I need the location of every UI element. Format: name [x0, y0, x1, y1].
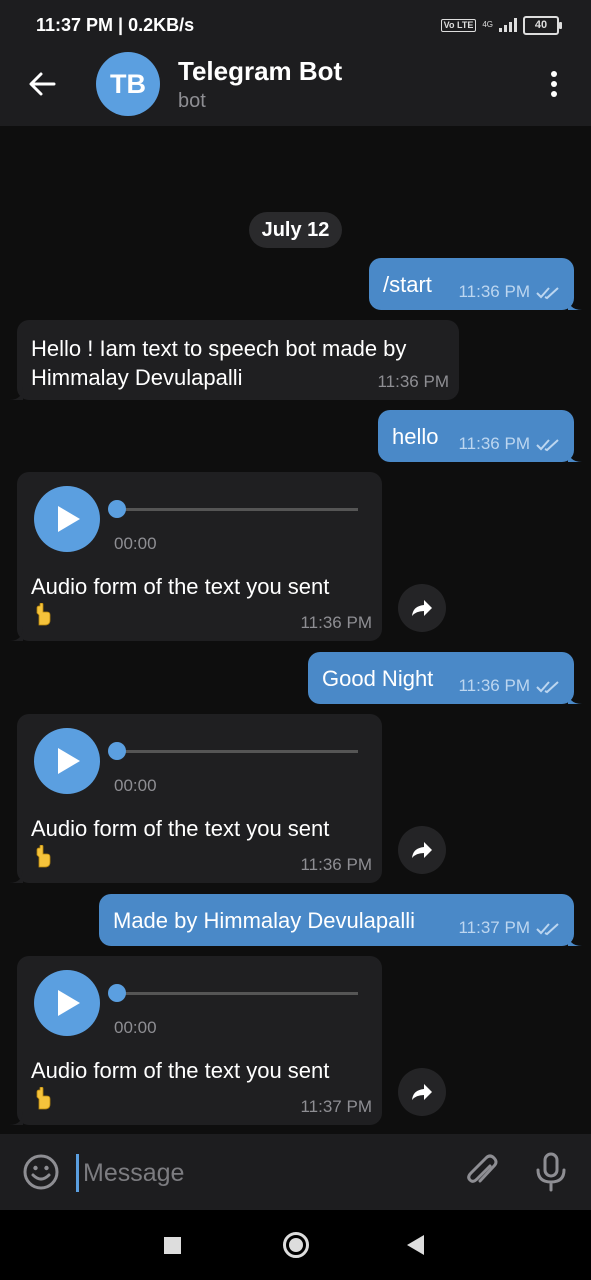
more-vertical-icon[interactable] — [546, 70, 562, 98]
microphone-icon[interactable] — [534, 1152, 568, 1192]
back-arrow-icon[interactable] — [28, 70, 56, 98]
chat-title[interactable]: Telegram Bot — [178, 56, 342, 87]
bubble-tail — [9, 627, 23, 641]
incoming-message[interactable]: Hello ! Iam text to speech bot made by H… — [9, 320, 459, 400]
pointing-up-emoji-icon — [36, 845, 51, 868]
message-time: 11:36 PM — [458, 676, 530, 695]
message-time: 11:36 PM — [377, 372, 449, 391]
message-time: 11:37 PM — [300, 1097, 372, 1116]
incoming-audio-message[interactable]: 00:00 Audio form of the text you sent 11… — [9, 956, 382, 1125]
message-text: Good Night — [322, 666, 434, 691]
status-bar: 11:37 PM | 0.2KB/s Vo LTE 4G 40 — [0, 0, 591, 50]
network-type: 4G — [482, 20, 493, 29]
message-caption: Audio form of the text you sent — [31, 814, 331, 872]
forward-icon — [412, 1084, 432, 1100]
chat-subtitle: bot — [178, 90, 206, 112]
message-time: 11:36 PM — [458, 282, 530, 301]
audio-progress-track[interactable] — [117, 750, 358, 753]
audio-seek-handle[interactable] — [108, 500, 126, 518]
paperclip-icon[interactable] — [462, 1152, 502, 1192]
play-button[interactable] — [34, 728, 100, 794]
forward-icon — [412, 842, 432, 858]
audio-seek-handle[interactable] — [108, 984, 126, 1002]
chat-header: TB Telegram Bot bot — [0, 50, 591, 126]
forward-button[interactable] — [398, 1068, 446, 1116]
bubble-tail — [9, 386, 23, 400]
nav-home-icon[interactable] — [283, 1232, 309, 1258]
nav-back-icon[interactable] — [407, 1235, 424, 1255]
forward-icon — [412, 600, 432, 616]
outgoing-message[interactable]: Made by Himmalay Devulapalli 11:37 PM — [99, 894, 582, 946]
bubble-tail — [568, 296, 582, 310]
audio-duration: 00:00 — [114, 1018, 157, 1037]
message-composer — [0, 1134, 591, 1210]
message-text: hello — [392, 424, 439, 449]
message-input[interactable] — [76, 1154, 455, 1192]
double-check-icon — [536, 287, 559, 300]
date-separator: July 12 — [249, 212, 342, 248]
play-button[interactable] — [34, 486, 100, 552]
bubble-tail — [9, 869, 23, 883]
audio-duration: 00:00 — [114, 534, 157, 553]
bubble-tail — [568, 690, 582, 704]
bubble-tail — [9, 1111, 23, 1125]
nav-recents-icon[interactable] — [164, 1237, 181, 1254]
audio-duration: 00:00 — [114, 776, 157, 795]
status-time-speed: 11:37 PM | 0.2KB/s — [36, 15, 195, 35]
pointing-up-emoji-icon — [36, 603, 51, 626]
incoming-audio-message[interactable]: 00:00 Audio form of the text you sent 11… — [9, 472, 382, 641]
message-text: Made by Himmalay Devulapalli — [113, 908, 416, 933]
incoming-audio-message[interactable]: 00:00 Audio form of the text you sent 11… — [9, 714, 382, 883]
outgoing-message[interactable]: Good Night 11:36 PM — [308, 652, 582, 704]
message-caption: Audio form of the text you sent — [31, 1056, 331, 1114]
forward-button[interactable] — [398, 826, 446, 874]
message-text: /start — [383, 272, 432, 297]
double-check-icon — [536, 681, 559, 694]
audio-seek-handle[interactable] — [108, 742, 126, 760]
double-check-icon — [536, 439, 559, 452]
play-icon — [58, 748, 80, 774]
caption-text: Audio form of the text you sent — [31, 1058, 330, 1083]
bubble-tail — [568, 448, 582, 462]
avatar[interactable]: TB — [96, 52, 160, 116]
message-time: 11:36 PM — [458, 434, 530, 453]
audio-progress-track[interactable] — [117, 508, 358, 511]
message-time: 11:36 PM — [300, 613, 372, 632]
pointing-up-emoji-icon — [36, 1087, 51, 1110]
forward-button[interactable] — [398, 584, 446, 632]
emoji-icon[interactable] — [22, 1153, 60, 1191]
chat-area[interactable]: July 12 /start 11:36 PM Hello ! Iam text… — [0, 126, 591, 1134]
outgoing-message[interactable]: hello 11:36 PM — [378, 410, 582, 462]
double-check-icon — [536, 923, 559, 936]
system-nav-bar — [0, 1210, 591, 1280]
audio-progress-track[interactable] — [117, 992, 358, 995]
play-button[interactable] — [34, 970, 100, 1036]
caption-text: Audio form of the text you sent — [31, 574, 330, 599]
bubble-tail — [568, 932, 582, 946]
battery-icon: 40 — [523, 15, 562, 35]
status-icons: Vo LTE 4G 40 — [440, 14, 562, 36]
message-caption: Audio form of the text you sent — [31, 572, 331, 630]
signal-icon — [499, 18, 517, 32]
caption-text: Audio form of the text you sent — [31, 816, 330, 841]
play-icon — [58, 506, 80, 532]
outgoing-message[interactable]: /start 11:36 PM — [369, 258, 582, 310]
message-time: 11:36 PM — [300, 855, 372, 874]
volte-icon: Vo LTE — [440, 18, 477, 32]
message-time: 11:37 PM — [458, 918, 530, 937]
play-icon — [58, 990, 80, 1016]
